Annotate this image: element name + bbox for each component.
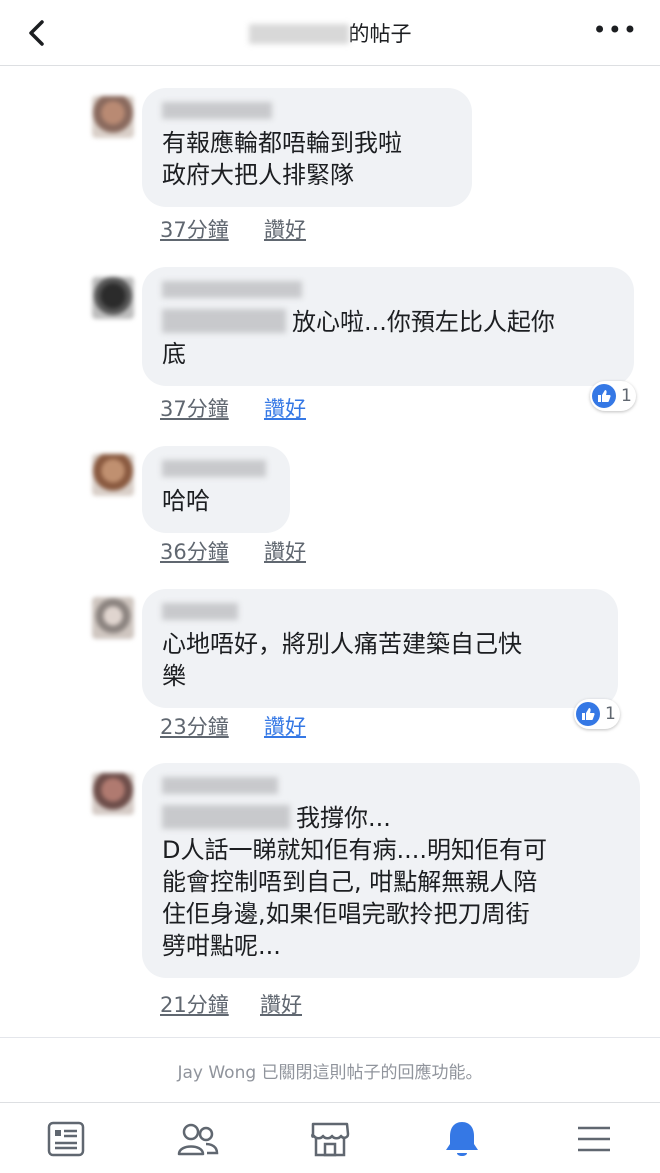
comment-line: 心地唔好，將別人痛苦建築自己快 — [162, 630, 522, 658]
comment-meta: 37分鐘 讚好 — [160, 214, 306, 244]
blurred-commenter-name[interactable] — [162, 460, 266, 477]
like-button[interactable]: 讚好 — [264, 214, 306, 244]
comment-timestamp[interactable]: 21分鐘 — [160, 993, 229, 1017]
comment-bubble: 有報應輪都唔輪到我啦 政府大把人排緊隊 — [142, 88, 472, 207]
comment-timestamp[interactable]: 37分鐘 — [160, 218, 229, 242]
comment-bubble: 我撐你... D人話一睇就知佢有病....明知佢有可 能會控制唔到自己, 咁點解… — [142, 763, 640, 978]
comment-timestamp[interactable]: 36分鐘 — [160, 540, 229, 564]
blurred-commenter-name[interactable] — [162, 603, 238, 620]
page-title: 的帖子 — [0, 18, 660, 48]
comments-closed-notice: Jay Wong 已關閉這則帖子的回應功能。 — [177, 1063, 483, 1083]
blurred-author-name — [248, 24, 349, 44]
comment-line: 政府大把人排緊隊 — [162, 161, 354, 189]
friends-icon[interactable] — [176, 1117, 220, 1161]
comment-meta: 37分鐘 讚好 — [160, 393, 306, 423]
blurred-mention-tag[interactable] — [162, 805, 290, 829]
comment-bubble: 心地唔好，將別人痛苦建築自己快 樂 — [142, 589, 618, 708]
blurred-commenter-name[interactable] — [162, 281, 302, 298]
like-button[interactable]: 讚好 — [264, 536, 306, 566]
comment-meta: 21分鐘 讚好 — [160, 989, 302, 1019]
avatar[interactable] — [92, 454, 134, 496]
avatar[interactable] — [92, 773, 134, 815]
comment-meta: 23分鐘 讚好 — [160, 711, 306, 741]
blurred-mention-tag[interactable] — [162, 309, 286, 333]
comment-line: 有報應輪都唔輪到我啦 — [162, 129, 402, 157]
news-feed-icon[interactable] — [44, 1117, 88, 1161]
reaction-count: 1 — [605, 704, 616, 724]
like-button[interactable]: 讚好 — [264, 393, 306, 423]
blurred-commenter-name[interactable] — [162, 777, 278, 794]
blurred-commenter-name[interactable] — [162, 102, 272, 119]
bottom-tab-bar — [0, 1102, 660, 1173]
comment-bubble: 放心啦...你預左比人起你 底 — [142, 267, 634, 386]
more-options-icon[interactable]: ••• — [593, 18, 638, 42]
comment-line: 能會控制唔到自己, 咁點解無親人陪 — [162, 868, 538, 896]
reaction-summary[interactable]: 1 — [590, 381, 636, 411]
like-reaction-icon — [576, 702, 600, 726]
like-reaction-icon — [592, 384, 616, 408]
like-button[interactable]: 讚好 — [260, 989, 302, 1019]
comment-line: 樂 — [162, 662, 186, 690]
comment-meta: 36分鐘 讚好 — [160, 536, 306, 566]
avatar[interactable] — [92, 96, 134, 138]
notifications-bell-icon[interactable] — [440, 1117, 484, 1161]
avatar[interactable] — [92, 277, 134, 319]
like-button[interactable]: 讚好 — [264, 711, 306, 741]
divider — [0, 1037, 660, 1038]
comment-line: 哈哈 — [162, 487, 210, 515]
comment-line: 住佢身邊,如果佢唱完歌拎把刀周街 — [162, 900, 530, 928]
top-bar: 的帖子 ••• — [0, 0, 660, 66]
avatar[interactable] — [92, 597, 134, 639]
comment-line: 劈咁點呢... — [162, 932, 281, 960]
reaction-count: 1 — [621, 386, 632, 406]
menu-icon[interactable] — [572, 1117, 616, 1161]
comment-line: 放心啦...你預左比人起你 — [162, 306, 614, 338]
comment-line: 我撐你... — [162, 802, 620, 834]
comment-line: 底 — [162, 340, 186, 368]
comment-timestamp[interactable]: 23分鐘 — [160, 715, 229, 739]
comment-timestamp[interactable]: 37分鐘 — [160, 397, 229, 421]
marketplace-icon[interactable] — [308, 1117, 352, 1161]
comment-bubble: 哈哈 — [142, 446, 290, 533]
reaction-summary[interactable]: 1 — [574, 699, 620, 729]
comment-line: D人話一睇就知佢有病....明知佢有可 — [162, 836, 547, 864]
